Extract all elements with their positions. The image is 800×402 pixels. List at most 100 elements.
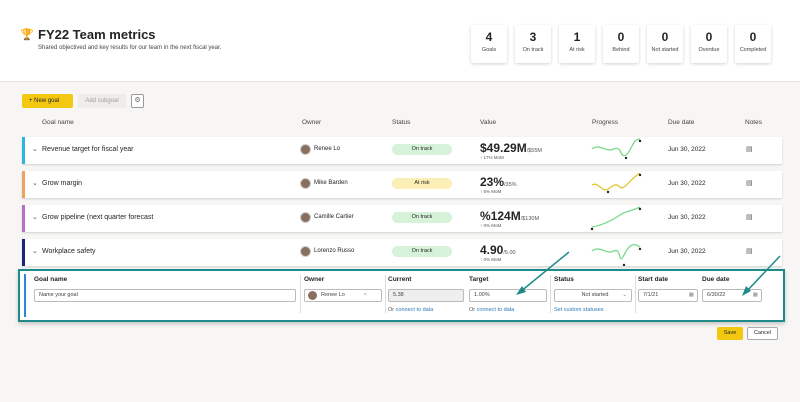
goal-target: /35%	[504, 182, 517, 188]
avatar	[300, 144, 311, 155]
summary-card[interactable]: 0 Overdue	[691, 25, 727, 63]
start-date-label: Start date	[638, 276, 668, 283]
chevron-down-icon[interactable]: ⌄	[32, 247, 38, 255]
goal-due-date: Jun 30, 2022	[668, 248, 706, 255]
set-custom-statuses-link[interactable]: Set custom statuses	[554, 307, 604, 313]
summary-card[interactable]: 1 At risk	[559, 25, 595, 63]
progress-sparkline	[591, 243, 642, 266]
sparkline-path	[591, 243, 641, 260]
notes-icon[interactable]: ▤	[746, 213, 753, 221]
summary-card[interactable]: 3 On track	[515, 25, 551, 63]
goal-value: 4.90/5.00	[480, 243, 516, 257]
status-badge[interactable]: On track	[392, 246, 452, 257]
goal-change: ↑ 17% MoM	[480, 155, 504, 160]
status-badge[interactable]: At risk	[392, 178, 452, 189]
sparkline-point	[622, 263, 626, 266]
settings-gear-icon[interactable]: ⚙	[131, 94, 144, 108]
status-label: Status	[554, 276, 574, 283]
chevron-down-icon[interactable]: ⌄	[32, 213, 38, 221]
sparkline-point	[590, 227, 594, 231]
notes-icon[interactable]: ▤	[746, 145, 753, 153]
chevron-down-icon: ⌄	[622, 292, 627, 298]
notes-icon[interactable]: ▤	[746, 179, 753, 187]
summary-label: Overdue	[698, 47, 720, 53]
column-due-date: Due date	[668, 119, 695, 126]
trophy-icon: 🏆	[20, 29, 34, 41]
column-notes: Notes	[745, 119, 762, 126]
remove-owner-icon[interactable]: ×	[364, 290, 367, 301]
current-input[interactable]: 5.38	[388, 289, 464, 302]
status-badge[interactable]: On track	[392, 212, 452, 223]
goal-owner: Lorenzo Russo	[314, 248, 355, 254]
summary-count: 3	[529, 30, 537, 44]
goal-name[interactable]: Workplace safety	[42, 248, 96, 255]
summary-label: On track	[522, 47, 544, 53]
calendar-icon[interactable]: ▦	[689, 290, 694, 301]
goal-name-input[interactable]: Name your goal	[34, 289, 296, 302]
goal-target: /$55M	[526, 148, 542, 154]
add-subgoal-button[interactable]: Add subgoal	[78, 94, 126, 108]
goal-due-date: Jun 30, 2022	[668, 214, 706, 221]
start-date-input[interactable]: 7/1/21 ▦	[638, 289, 698, 302]
goal-name-label: Goal name	[34, 276, 68, 283]
chevron-down-icon[interactable]: ⌄	[32, 145, 38, 153]
goal-change: ↑ 0% MoM	[480, 257, 502, 262]
summary-count: 1	[573, 30, 581, 44]
summary-count: 0	[617, 30, 625, 44]
summary-card[interactable]: 0 Completed	[735, 25, 771, 63]
cancel-button[interactable]: Cancel	[747, 327, 778, 340]
summary-count: 4	[485, 30, 493, 44]
owner-avatar	[308, 291, 317, 300]
due-date-input[interactable]: 6/30/22 ▦	[702, 289, 762, 302]
summary-count: 0	[749, 30, 757, 44]
progress-sparkline	[590, 206, 642, 231]
goal-value: $49.29M/$55M	[480, 141, 542, 155]
goal-name[interactable]: Revenue target for fiscal year	[42, 146, 133, 153]
goal-name[interactable]: Grow margin	[42, 180, 82, 187]
column-owner: Owner	[302, 119, 322, 126]
avatar	[300, 178, 311, 189]
notes-icon[interactable]: ▤	[746, 247, 753, 255]
current-label: Current	[388, 276, 412, 283]
goal-change: ↑ 5% MoM	[480, 189, 502, 194]
page-title: FY22 Team metrics	[38, 27, 156, 42]
column-status: Status	[392, 119, 411, 126]
summary-card[interactable]: 4 Goals	[471, 25, 507, 63]
target-connect-link[interactable]: Or connect to data	[469, 307, 514, 313]
goal-color-bar	[22, 137, 25, 164]
summary-count: 0	[705, 30, 713, 44]
goal-row[interactable]: ⌄ Revenue target for fiscal year Renee L…	[22, 137, 782, 164]
target-label: Target	[469, 276, 489, 283]
owner-label: Owner	[304, 276, 325, 283]
owner-picker[interactable]: Renee Lo ×	[304, 289, 382, 302]
sparkline-point	[624, 156, 628, 160]
chevron-down-icon[interactable]: ⌄	[32, 179, 38, 187]
target-input[interactable]: 1.00%	[469, 289, 547, 302]
goal-due-date: Jun 30, 2022	[668, 146, 706, 153]
sparkline-point	[638, 139, 642, 143]
sparkline-path	[591, 138, 641, 157]
goal-row[interactable]: ⌄ Grow margin Mike Barden At risk 23%/35…	[22, 171, 782, 198]
goal-name[interactable]: Grow pipeline (next quarter forecast	[42, 214, 153, 221]
progress-sparkline	[591, 172, 642, 194]
current-connect-link[interactable]: Or connect to data	[388, 307, 433, 313]
save-button[interactable]: Save	[717, 327, 743, 340]
new-goal-button[interactable]: + New goal	[22, 94, 73, 108]
owner-chip: Renee Lo	[321, 292, 345, 298]
status-dropdown[interactable]: Not started ⌄	[554, 289, 632, 302]
progress-sparkline	[591, 138, 642, 160]
calendar-icon[interactable]: ▦	[753, 290, 758, 301]
status-badge[interactable]: On track	[392, 144, 452, 155]
column-goal-name: Goal name	[42, 119, 74, 126]
sparkline-point	[606, 190, 610, 194]
avatar	[300, 246, 311, 257]
summary-count: 0	[661, 30, 669, 44]
sparkline-point	[638, 173, 642, 177]
summary-card[interactable]: 0 Not started	[647, 25, 683, 63]
goal-target: /5.00	[503, 250, 516, 256]
goal-row[interactable]: ⌄ Grow pipeline (next quarter forecast C…	[22, 205, 782, 232]
page-subtitle: Shared objectived and key results for ou…	[38, 45, 222, 51]
column-value: Value	[480, 119, 497, 126]
goal-row[interactable]: ⌄ Workplace safety Lorenzo Russo On trac…	[22, 239, 782, 266]
summary-card[interactable]: 0 Behind	[603, 25, 639, 63]
